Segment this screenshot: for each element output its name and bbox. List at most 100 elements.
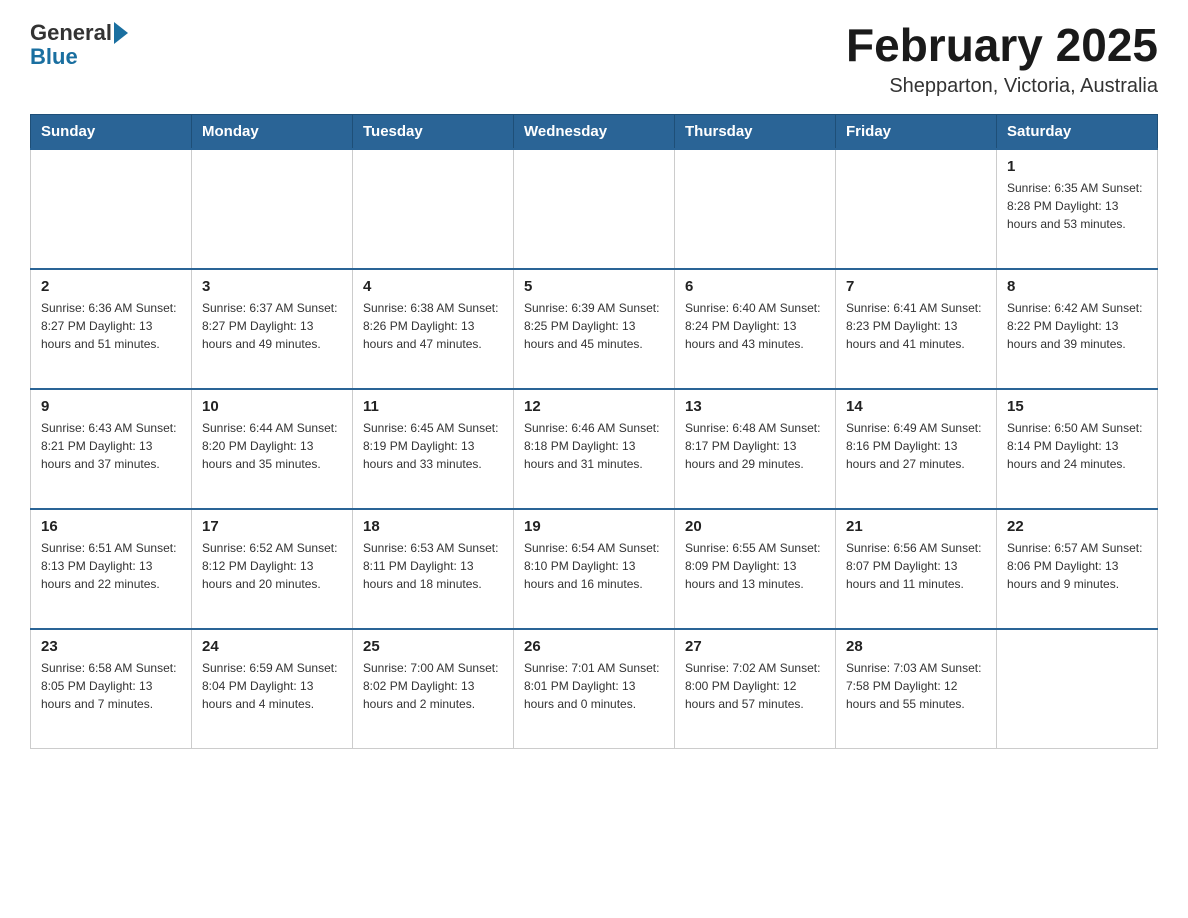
day-number: 27: [685, 638, 825, 655]
day-number: 5: [524, 278, 664, 295]
day-number: 10: [202, 398, 342, 415]
calendar-cell: 25 Sunrise: 7:00 AM Sunset: 8:02 PM Dayli…: [353, 629, 514, 749]
calendar-cell: [31, 149, 192, 269]
calendar-cell: 13 Sunrise: 6:48 AM Sunset: 8:17 PM Dayli…: [675, 389, 836, 509]
day-number: 13: [685, 398, 825, 415]
day-info: Sunrise: 7:01 AM Sunset: 8:01 PM Dayligh…: [524, 659, 664, 713]
calendar-cell: [997, 629, 1158, 749]
day-number: 21: [846, 518, 986, 535]
weekday-header-saturday: Saturday: [997, 114, 1158, 149]
calendar-cell: 24Sunrise: 6:59 AM Sunset: 8:04 PM Dayli…: [192, 629, 353, 749]
calendar-cell: 7 Sunrise: 6:41 AM Sunset: 8:23 PM Daylig…: [836, 269, 997, 389]
calendar-cell: 2Sunrise: 6:36 AM Sunset: 8:27 PM Daylig…: [31, 269, 192, 389]
calendar-week-row: 16Sunrise: 6:51 AM Sunset: 8:13 PM Dayli…: [31, 509, 1158, 629]
logo-arrow-icon: [114, 22, 128, 44]
day-number: 20: [685, 518, 825, 535]
day-info: Sunrise: 6:46 AM Sunset: 8:18 PM Dayligh…: [524, 419, 664, 473]
calendar-cell: 18 Sunrise: 6:53 AM Sunset: 8:11 PM Dayli…: [353, 509, 514, 629]
day-number: 2: [41, 278, 181, 295]
calendar-cell: 21Sunrise: 6:56 AM Sunset: 8:07 PM Dayli…: [836, 509, 997, 629]
day-info: Sunrise: 6:50 AM Sunset: 8:14 PM Dayligh…: [1007, 419, 1147, 473]
calendar-week-row: 23 Sunrise: 6:58 AM Sunset: 8:05 PM Dayli…: [31, 629, 1158, 749]
day-number: 7: [846, 278, 986, 295]
day-info: Sunrise: 7:02 AM Sunset: 8:00 PM Dayligh…: [685, 659, 825, 713]
day-number: 9: [41, 398, 181, 415]
day-number: 25: [363, 638, 503, 655]
day-info: Sunrise: 6:45 AM Sunset: 8:19 PM Dayligh…: [363, 419, 503, 473]
day-number: 1: [1007, 158, 1147, 175]
day-info: Sunrise: 6:53 AM Sunset: 8:11 PM Dayligh…: [363, 539, 503, 593]
calendar-cell: 3 Sunrise: 6:37 AM Sunset: 8:27 PM Daylig…: [192, 269, 353, 389]
calendar-week-row: 9 Sunrise: 6:43 AM Sunset: 8:21 PM Daylig…: [31, 389, 1158, 509]
weekday-header-wednesday: Wednesday: [514, 114, 675, 149]
day-info: Sunrise: 6:38 AM Sunset: 8:26 PM Dayligh…: [363, 299, 503, 353]
day-number: 16: [41, 518, 181, 535]
day-info: Sunrise: 6:35 AM Sunset: 8:28 PM Dayligh…: [1007, 179, 1147, 233]
day-number: 28: [846, 638, 986, 655]
day-number: 3: [202, 278, 342, 295]
calendar-cell: 20 Sunrise: 6:55 AM Sunset: 8:09 PM Dayli…: [675, 509, 836, 629]
day-info: Sunrise: 6:58 AM Sunset: 8:05 PM Dayligh…: [41, 659, 181, 713]
calendar-cell: 1 Sunrise: 6:35 AM Sunset: 8:28 PM Daylig…: [997, 149, 1158, 269]
day-info: Sunrise: 6:48 AM Sunset: 8:17 PM Dayligh…: [685, 419, 825, 473]
calendar-cell: 14Sunrise: 6:49 AM Sunset: 8:16 PM Dayli…: [836, 389, 997, 509]
day-info: Sunrise: 6:44 AM Sunset: 8:20 PM Dayligh…: [202, 419, 342, 473]
weekday-header-thursday: Thursday: [675, 114, 836, 149]
day-info: Sunrise: 6:40 AM Sunset: 8:24 PM Dayligh…: [685, 299, 825, 353]
day-number: 17: [202, 518, 342, 535]
day-info: Sunrise: 6:37 AM Sunset: 8:27 PM Dayligh…: [202, 299, 342, 353]
day-number: 24: [202, 638, 342, 655]
day-info: Sunrise: 6:54 AM Sunset: 8:10 PM Dayligh…: [524, 539, 664, 593]
calendar-week-row: 1 Sunrise: 6:35 AM Sunset: 8:28 PM Daylig…: [31, 149, 1158, 269]
day-number: 14: [846, 398, 986, 415]
day-info: Sunrise: 6:39 AM Sunset: 8:25 PM Dayligh…: [524, 299, 664, 353]
weekday-header-friday: Friday: [836, 114, 997, 149]
calendar-cell: 11 Sunrise: 6:45 AM Sunset: 8:19 PM Dayli…: [353, 389, 514, 509]
day-number: 8: [1007, 278, 1147, 295]
calendar-cell: [675, 149, 836, 269]
calendar-cell: 6 Sunrise: 6:40 AM Sunset: 8:24 PM Daylig…: [675, 269, 836, 389]
calendar-cell: 4 Sunrise: 6:38 AM Sunset: 8:26 PM Daylig…: [353, 269, 514, 389]
title-block: February 2025 Shepparton, Victoria, Aust…: [846, 20, 1158, 98]
day-number: 12: [524, 398, 664, 415]
calendar-cell: 16Sunrise: 6:51 AM Sunset: 8:13 PM Dayli…: [31, 509, 192, 629]
page-subtitle: Shepparton, Victoria, Australia: [846, 75, 1158, 98]
day-number: 4: [363, 278, 503, 295]
calendar-cell: 19 Sunrise: 6:54 AM Sunset: 8:10 PM Dayli…: [514, 509, 675, 629]
calendar-week-row: 2Sunrise: 6:36 AM Sunset: 8:27 PM Daylig…: [31, 269, 1158, 389]
calendar-cell: [353, 149, 514, 269]
day-info: Sunrise: 7:00 AM Sunset: 8:02 PM Dayligh…: [363, 659, 503, 713]
logo-general-text: General: [30, 20, 112, 46]
calendar-cell: 12 Sunrise: 6:46 AM Sunset: 8:18 PM Dayli…: [514, 389, 675, 509]
day-number: 19: [524, 518, 664, 535]
calendar-cell: 27 Sunrise: 7:02 AM Sunset: 8:00 PM Dayli…: [675, 629, 836, 749]
day-number: 11: [363, 398, 503, 415]
day-info: Sunrise: 6:43 AM Sunset: 8:21 PM Dayligh…: [41, 419, 181, 473]
day-number: 26: [524, 638, 664, 655]
calendar-cell: 8 Sunrise: 6:42 AM Sunset: 8:22 PM Daylig…: [997, 269, 1158, 389]
day-number: 18: [363, 518, 503, 535]
calendar-header-row: SundayMondayTuesdayWednesdayThursdayFrid…: [31, 114, 1158, 149]
day-info: Sunrise: 6:55 AM Sunset: 8:09 PM Dayligh…: [685, 539, 825, 593]
calendar-cell: 22Sunrise: 6:57 AM Sunset: 8:06 PM Dayli…: [997, 509, 1158, 629]
logo: General Blue: [30, 20, 128, 70]
logo-blue-text: Blue: [30, 44, 128, 70]
day-number: 22: [1007, 518, 1147, 535]
weekday-header-monday: Monday: [192, 114, 353, 149]
calendar-cell: [836, 149, 997, 269]
calendar-cell: 26 Sunrise: 7:01 AM Sunset: 8:01 PM Dayli…: [514, 629, 675, 749]
calendar-cell: 10 Sunrise: 6:44 AM Sunset: 8:20 PM Dayli…: [192, 389, 353, 509]
day-number: 15: [1007, 398, 1147, 415]
calendar-cell: 28Sunrise: 7:03 AM Sunset: 7:58 PM Dayli…: [836, 629, 997, 749]
page-header: General Blue February 2025 Shepparton, V…: [30, 20, 1158, 98]
day-number: 23: [41, 638, 181, 655]
page-title: February 2025: [846, 20, 1158, 71]
calendar-cell: 17Sunrise: 6:52 AM Sunset: 8:12 PM Dayli…: [192, 509, 353, 629]
day-info: Sunrise: 6:42 AM Sunset: 8:22 PM Dayligh…: [1007, 299, 1147, 353]
day-info: Sunrise: 6:41 AM Sunset: 8:23 PM Dayligh…: [846, 299, 986, 353]
calendar-cell: [192, 149, 353, 269]
calendar-cell: 9 Sunrise: 6:43 AM Sunset: 8:21 PM Daylig…: [31, 389, 192, 509]
day-number: 6: [685, 278, 825, 295]
calendar-cell: 15 Sunrise: 6:50 AM Sunset: 8:14 PM Dayli…: [997, 389, 1158, 509]
calendar-cell: 5 Sunrise: 6:39 AM Sunset: 8:25 PM Daylig…: [514, 269, 675, 389]
